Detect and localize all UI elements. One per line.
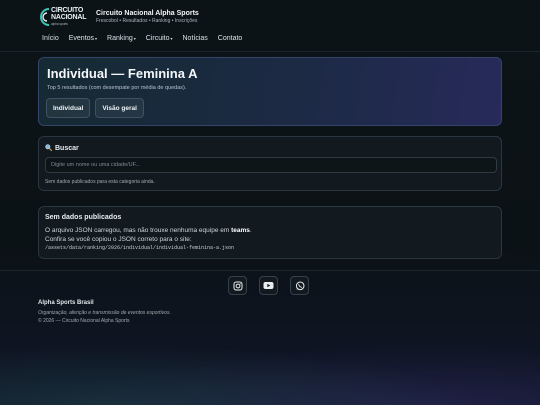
nav-label: Circuito (145, 35, 170, 42)
footer-description: Organização, aferição e transmissão de e… (38, 310, 171, 316)
logo-line1: CIRCUITO (51, 7, 84, 14)
search-heading: Buscar (45, 144, 79, 153)
magnifier-icon (45, 144, 53, 153)
caret-down-icon: ▾ (170, 36, 173, 41)
search-input[interactable] (45, 157, 497, 173)
page-title: Individual — Feminina A (47, 66, 198, 81)
no-data-title: Sem dados publicados (45, 214, 122, 221)
no-data-message: O arquivo JSON carregou, mas não trouxe … (45, 226, 252, 244)
no-data-card: Sem dados publicados O arquivo JSON carr… (38, 206, 502, 259)
hero-card: Individual — Feminina A Top 5 resultados… (38, 57, 502, 126)
main-nav: Início Eventos ▾ Ranking ▾ Circuito ▾ Notíc… (42, 35, 242, 42)
nav-label: Ranking (107, 35, 133, 42)
footer-brand: Alpha Sports Brasil (38, 300, 94, 306)
json-path: /assets/data/ranking/2026/individual/ind… (45, 245, 235, 251)
footer-copyright: © 2026 — Circuito Nacional Alpha Sports (38, 318, 130, 324)
background-glow (0, 335, 540, 405)
brand[interactable]: CIRCUITO NACIONAL alpha sports Circuito … (38, 6, 199, 28)
instagram-icon[interactable] (228, 276, 247, 295)
youtube-icon[interactable] (259, 276, 278, 295)
search-card: Buscar Sem dados publicados para esta ca… (38, 136, 502, 191)
page-subtitle: Top 5 resultados (com desempate por médi… (47, 85, 187, 91)
nav-label: Contato (217, 35, 243, 42)
nav-ranking[interactable]: Ranking ▾ (107, 35, 136, 42)
nav-label: Eventos (68, 35, 95, 42)
nav-eventos[interactable]: Eventos ▾ (69, 35, 97, 42)
nav-label: Início (42, 35, 59, 42)
message-prefix: O arquivo JSON carregou, mas não trouxe … (45, 227, 232, 234)
message-keyword: teams (231, 227, 250, 234)
search-note: Sem dados publicados para esta categoria… (45, 179, 155, 185)
site-title: Circuito Nacional Alpha Sports (96, 10, 199, 17)
nav-contato[interactable]: Contato (218, 35, 243, 42)
nav-label: Notícias (182, 35, 208, 42)
caret-down-icon: ▾ (133, 36, 136, 41)
caret-down-icon: ▾ (95, 36, 98, 41)
logo-line2: NACIONAL (51, 14, 87, 21)
social-links (228, 276, 309, 295)
individual-button[interactable]: Individual (46, 98, 91, 118)
nav-noticias[interactable]: Notícias (183, 35, 208, 42)
logo: CIRCUITO NACIONAL alpha sports (38, 6, 90, 28)
nav-circuito[interactable]: Circuito ▾ (146, 35, 173, 42)
site-header: CIRCUITO NACIONAL alpha sports Circuito … (0, 0, 540, 52)
message-suffix: . (249, 227, 252, 234)
overview-button[interactable]: Visão geral (95, 98, 144, 118)
whatsapp-icon[interactable] (290, 276, 309, 295)
nav-inicio[interactable]: Início (42, 35, 59, 42)
search-title: Buscar (55, 145, 79, 152)
site-footer: Alpha Sports Brasil Organização, aferiçã… (0, 270, 540, 342)
logo-line3: alpha sports (51, 22, 68, 26)
message-line2: Confira se você copiou o JSON correto pa… (45, 236, 192, 243)
site-subtitle: Frescobol • Resultados • Ranking • Inscr… (96, 18, 198, 24)
